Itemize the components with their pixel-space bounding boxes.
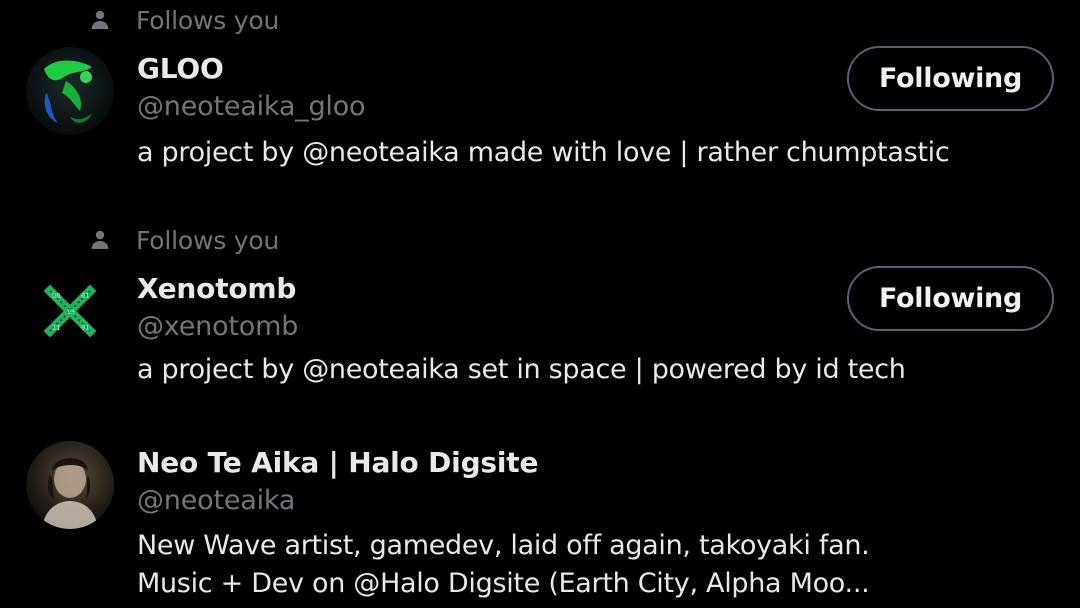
- display-name[interactable]: Neo Te Aika | Halo Digsite: [137, 446, 538, 479]
- following-button[interactable]: Following: [847, 46, 1054, 111]
- social-context-text: Follows you: [136, 225, 280, 255]
- user-bio: New Wave artist, gamedev, laid off again…: [137, 527, 870, 603]
- svg-text:10: 10: [66, 308, 74, 316]
- avatar[interactable]: [26, 47, 114, 135]
- user-handle[interactable]: @neoteaika: [137, 485, 295, 516]
- display-name[interactable]: GLOO: [137, 52, 224, 85]
- avatar[interactable]: [26, 441, 114, 529]
- gloo-avatar-icon: [26, 47, 114, 135]
- social-context: Follows you: [88, 224, 279, 256]
- user-cell-xenotomb[interactable]: Follows you 00 01 10 11 01 Xenotomb @xen…: [0, 220, 1080, 420]
- bio-line: New Wave artist, gamedev, laid off again…: [137, 530, 870, 561]
- avatar[interactable]: 00 01 10 11 01: [26, 267, 114, 355]
- bio-line: Music + Dev on @Halo Digsite (Earth City…: [137, 568, 870, 599]
- bio-line: a project by @neoteaika set in space | p…: [137, 354, 906, 385]
- user-bio: a project by @neoteaika set in space | p…: [137, 351, 906, 389]
- following-button[interactable]: Following: [847, 266, 1054, 331]
- svg-text:11: 11: [52, 324, 60, 332]
- social-context-text: Follows you: [136, 5, 280, 35]
- person-icon: [88, 8, 112, 32]
- bio-line: a project by @neoteaika made with love |…: [137, 137, 950, 168]
- svg-text:01: 01: [81, 292, 89, 300]
- user-handle[interactable]: @xenotomb: [137, 311, 298, 342]
- svg-text:01: 01: [81, 324, 89, 332]
- user-cell-neoteaika[interactable]: Neo Te Aika | Halo Digsite @neoteaika Ne…: [0, 430, 1080, 608]
- xenotomb-avatar-icon: 00 01 10 11 01: [26, 267, 114, 355]
- social-context: Follows you: [88, 4, 279, 36]
- display-name[interactable]: Xenotomb: [137, 272, 296, 305]
- svg-text:00: 00: [52, 292, 60, 300]
- neoteaika-avatar-icon: [26, 441, 114, 529]
- person-icon: [88, 228, 112, 252]
- user-bio: a project by @neoteaika made with love |…: [137, 134, 950, 172]
- user-handle[interactable]: @neoteaika_gloo: [137, 91, 366, 122]
- user-cell-gloo[interactable]: Follows you GLOO @neoteaika_gloo a proje…: [0, 0, 1080, 200]
